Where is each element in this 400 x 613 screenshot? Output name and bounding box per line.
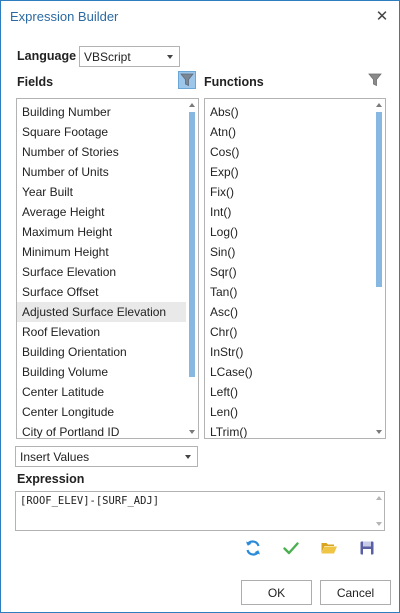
list-item[interactable]: Len() — [205, 402, 373, 422]
list-item[interactable]: InStr() — [205, 342, 373, 362]
open-button[interactable] — [319, 538, 339, 558]
list-item[interactable]: Abs() — [205, 102, 373, 122]
scroll-down-icon[interactable] — [376, 522, 382, 526]
filter-icon — [180, 73, 194, 87]
list-item[interactable]: Asc() — [205, 302, 373, 322]
insert-values-select[interactable]: Insert Values — [15, 446, 198, 467]
fields-list-items: Building Number Square Footage Number of S… — [17, 99, 186, 438]
functions-list-items: Abs() Atn() Cos() Exp() Fix() Int() Log() Sin()… — [205, 99, 373, 438]
list-item[interactable]: Roof Elevation — [17, 322, 186, 342]
dialog-title: Expression Builder — [10, 8, 119, 24]
list-item[interactable]: LTrim() — [205, 422, 373, 438]
list-item[interactable]: Sqr() — [205, 262, 373, 282]
cancel-button[interactable]: Cancel — [320, 580, 391, 605]
language-select-value: VBScript — [84, 49, 131, 64]
list-item[interactable]: Cos() — [205, 142, 373, 162]
functions-header: Functions — [204, 75, 264, 89]
list-item[interactable]: Atn() — [205, 122, 373, 142]
refresh-button[interactable] — [243, 538, 263, 558]
expression-text: [ROOF_ELEV]-[SURF_ADJ] — [20, 495, 160, 507]
fields-list[interactable]: Building Number Square Footage Number of S… — [16, 98, 199, 439]
scroll-thumb[interactable] — [376, 112, 382, 287]
scroll-down-icon[interactable] — [189, 430, 195, 434]
close-icon[interactable]: ✕ — [374, 9, 390, 24]
language-select[interactable]: VBScript — [79, 46, 180, 67]
list-item[interactable]: Building Volume — [17, 362, 186, 382]
filter-icon — [368, 73, 382, 87]
list-item[interactable]: Building Orientation — [17, 342, 186, 362]
list-item[interactable]: City of Portland ID — [17, 422, 186, 438]
expression-field[interactable]: [ROOF_ELEV]-[SURF_ADJ] — [15, 491, 385, 531]
list-item[interactable]: Int() — [205, 202, 373, 222]
verify-button[interactable] — [281, 538, 301, 558]
list-item[interactable]: Minimum Height — [17, 242, 186, 262]
list-item[interactable]: Center Longitude — [17, 402, 186, 422]
list-item[interactable]: Exp() — [205, 162, 373, 182]
list-item[interactable]: Year Built — [17, 182, 186, 202]
list-item[interactable]: Number of Units — [17, 162, 186, 182]
fields-header: Fields — [17, 75, 54, 89]
chevron-down-icon — [167, 54, 173, 59]
list-item[interactable]: Square Footage — [17, 122, 186, 142]
list-item[interactable]: Left() — [205, 382, 373, 402]
language-label: Language — [17, 49, 77, 63]
expression-scrollbar[interactable] — [374, 492, 384, 530]
list-item[interactable]: Surface Elevation — [17, 262, 186, 282]
functions-list[interactable]: Abs() Atn() Cos() Exp() Fix() Int() Log() Sin()… — [204, 98, 386, 439]
insert-values-value: Insert Values — [20, 449, 90, 464]
title-bar: Expression Builder ✕ — [1, 1, 399, 31]
fields-scrollbar[interactable] — [186, 99, 198, 438]
list-item[interactable]: Building Number — [17, 102, 186, 122]
scroll-up-icon[interactable] — [376, 103, 382, 107]
scroll-up-icon[interactable] — [189, 103, 195, 107]
list-item[interactable]: Maximum Height — [17, 222, 186, 242]
checkmark-icon — [283, 542, 299, 555]
list-item[interactable]: Number of Stories — [17, 142, 186, 162]
fields-filter-button[interactable] — [178, 71, 196, 89]
list-item[interactable]: LCase() — [205, 362, 373, 382]
list-item[interactable]: Average Height — [17, 202, 186, 222]
scroll-up-icon[interactable] — [376, 496, 382, 500]
list-item[interactable]: Center Latitude — [17, 382, 186, 402]
list-item[interactable]: Sin() — [205, 242, 373, 262]
functions-scrollbar[interactable] — [373, 99, 385, 438]
expression-label: Expression — [17, 472, 85, 486]
list-item[interactable]: Fix() — [205, 182, 373, 202]
list-item[interactable]: Surface Offset — [17, 282, 186, 302]
list-item[interactable]: Log() — [205, 222, 373, 242]
list-item[interactable]: Adjusted Surface Elevation — [17, 302, 186, 322]
list-item[interactable]: Chr() — [205, 322, 373, 342]
save-icon — [360, 541, 374, 555]
chevron-down-icon — [185, 454, 191, 459]
save-button[interactable] — [357, 538, 377, 558]
ok-button[interactable]: OK — [241, 580, 312, 605]
scroll-down-icon[interactable] — [376, 430, 382, 434]
refresh-icon — [246, 540, 260, 556]
functions-filter-button[interactable] — [366, 71, 384, 89]
scroll-thumb[interactable] — [189, 112, 195, 377]
expression-builder-dialog: Expression Builder ✕ Language VBScript F… — [0, 0, 400, 613]
folder-open-icon — [321, 543, 337, 554]
list-item[interactable]: Tan() — [205, 282, 373, 302]
